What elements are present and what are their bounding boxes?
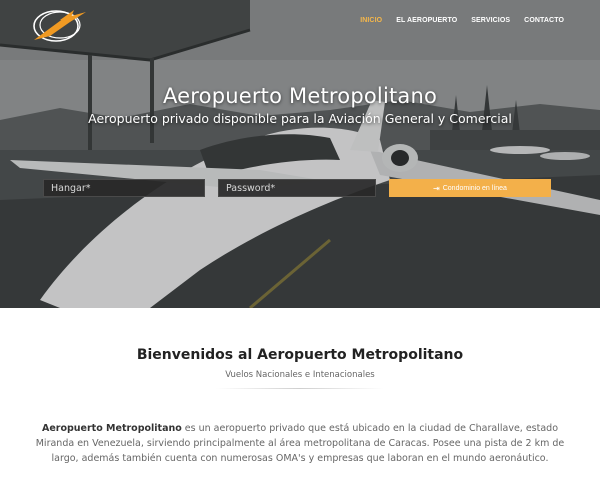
hero-subtitle: Aeropuerto privado disponible para la Av…	[88, 111, 512, 126]
condominio-login-button[interactable]: ⇥ Condominio en línea	[389, 179, 551, 197]
section-divider	[216, 388, 384, 389]
welcome-heading: Bienvenidos al Aeropuerto Metropolitano	[136, 347, 464, 363]
nav-item-el-aeropuerto[interactable]: EL AEROPUERTO	[396, 17, 457, 24]
condominio-login-form: ⇥ Condominio en línea	[43, 179, 557, 197]
airport-logo[interactable]	[30, 6, 88, 44]
airport-description: Aeropuerto Metropolitano es un aeropuert…	[30, 421, 570, 466]
hero-title: Aeropuerto Metropolitano	[162, 84, 438, 108]
nav-item-contacto[interactable]: CONTACTO	[524, 17, 564, 24]
password-input[interactable]	[218, 179, 376, 197]
sign-in-icon: ⇥	[433, 183, 440, 193]
description-airport-name: Aeropuerto Metropolitano	[41, 423, 182, 434]
nav-item-servicios[interactable]: SERVICIOS	[471, 17, 510, 24]
hangar-input[interactable]	[43, 179, 205, 197]
main-menu: INICIO EL AEROPUERTO SERVICIOS CONTACTO	[360, 17, 564, 24]
hero-overlay	[0, 0, 600, 308]
top-navbar: INICIO EL AEROPUERTO SERVICIOS CONTACTO	[0, 0, 600, 44]
welcome-tagline: Vuelos Nacionales e Intenacionales	[225, 370, 375, 380]
hero-banner: INICIO EL AEROPUERTO SERVICIOS CONTACTO …	[0, 0, 600, 308]
condominio-login-label: Condominio en línea	[442, 184, 507, 192]
nav-item-inicio[interactable]: INICIO	[360, 17, 382, 24]
